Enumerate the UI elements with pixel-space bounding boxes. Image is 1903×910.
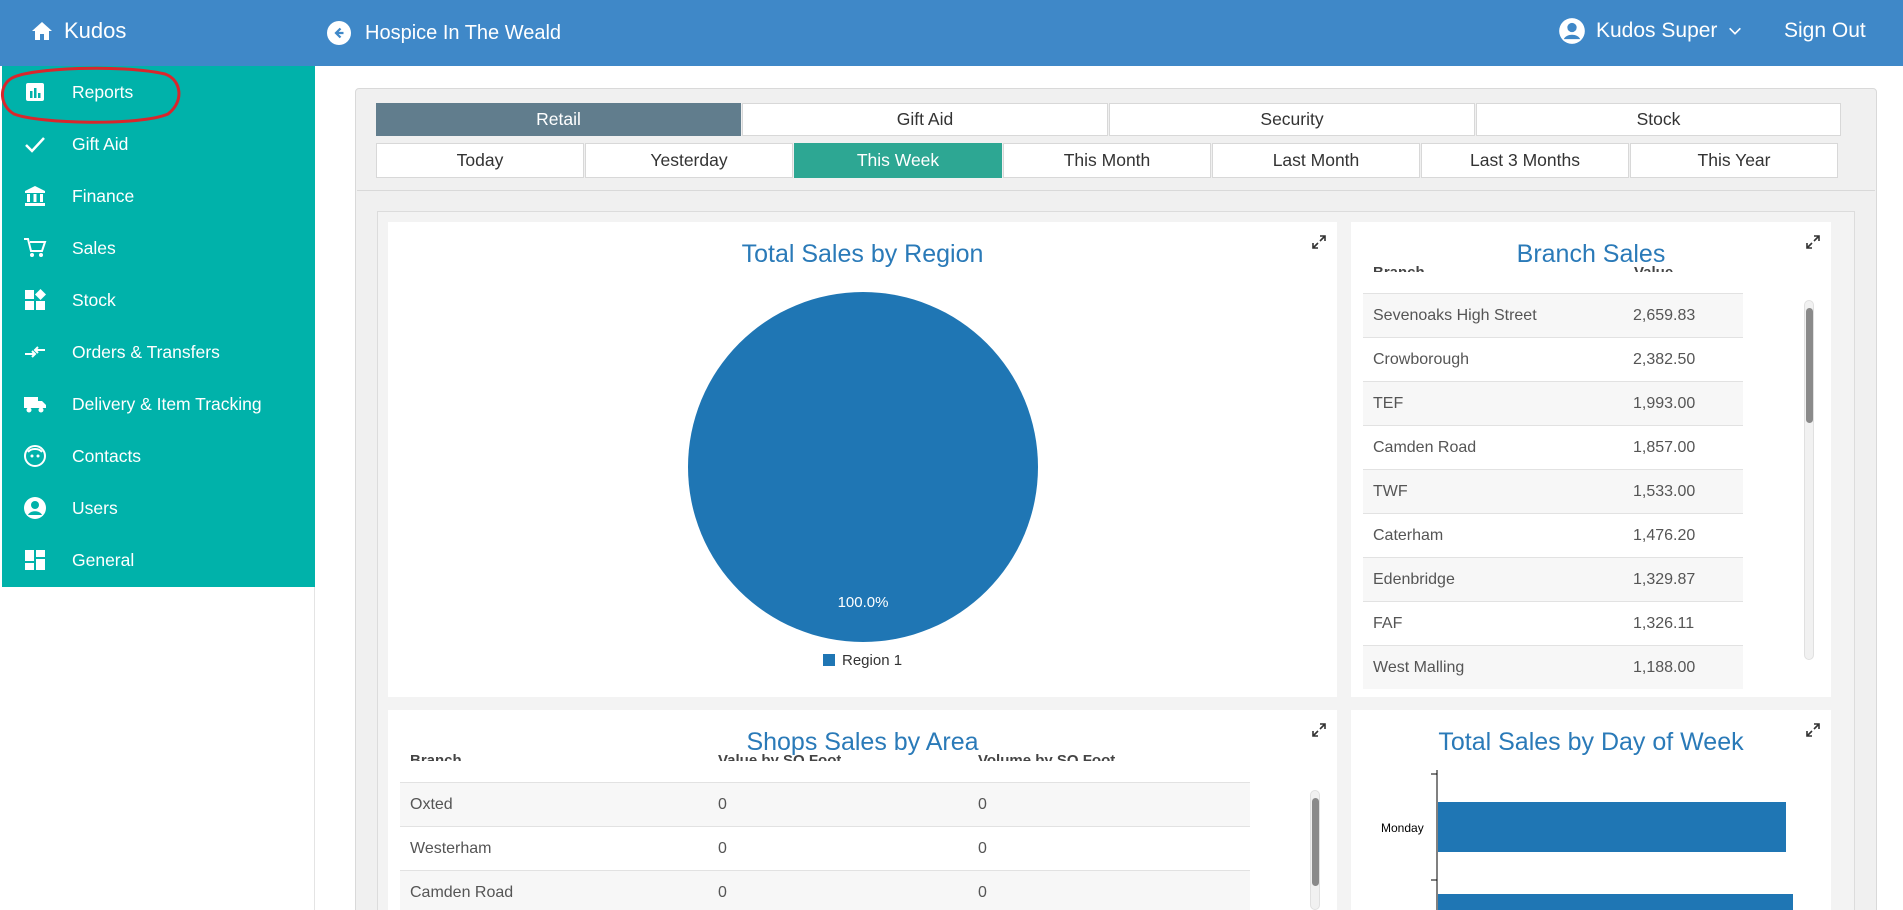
branch-table-scrollbar[interactable] — [1804, 300, 1814, 660]
sidebar-item-users[interactable]: Users — [2, 482, 315, 534]
home-icon — [32, 22, 52, 40]
card-title: Total Sales by Region — [741, 240, 984, 268]
bar-partial[interactable] — [1438, 894, 1793, 910]
sidebar-item-label: Contacts — [72, 445, 142, 466]
table-row: Sevenoaks High Street 2,659.83 — [1363, 293, 1743, 337]
tab-today[interactable]: Today — [376, 143, 584, 178]
sidebar-item-label: Sales — [72, 237, 116, 258]
tab-stock[interactable]: Stock — [1476, 103, 1841, 136]
back-to-org[interactable]: Hospice In The Weald — [327, 21, 561, 45]
legend-label: Region 1 — [842, 652, 902, 669]
scrollbar-thumb[interactable] — [1312, 798, 1319, 886]
check-icon — [22, 131, 48, 157]
sidebar-item-label: Stock — [72, 289, 116, 310]
table-row: West Malling 1,188.00 — [1363, 645, 1743, 689]
sidebar-item-finance[interactable]: Finance — [2, 170, 315, 222]
table-row: FAF 1,326.11 — [1363, 601, 1743, 645]
tab-gift-aid[interactable]: Gift Aid — [742, 103, 1108, 136]
tab-security[interactable]: Security — [1109, 103, 1475, 136]
tab-last-3-months[interactable]: Last 3 Months — [1421, 143, 1629, 178]
expand-icon[interactable] — [1805, 722, 1821, 738]
truck-icon — [22, 391, 48, 417]
branch-sales-table: Sevenoaks High Street 2,659.83 Crowboroug… — [1363, 293, 1743, 697]
tab-retail[interactable]: Retail — [376, 103, 741, 136]
table-row: Camden Road 1,857.00 — [1363, 425, 1743, 469]
sidebar-item-general[interactable]: General — [2, 534, 315, 586]
sidebar-item-label: Orders & Transfers — [72, 341, 220, 362]
brand-name: Kudos — [64, 18, 127, 43]
org-name: Hospice In The Weald — [365, 21, 562, 44]
scrollbar-thumb[interactable] — [1806, 308, 1813, 423]
sidebar-item-label: Delivery & Item Tracking — [72, 393, 262, 414]
day-of-week-card: Total Sales by Day of Week Monday — [1351, 710, 1831, 910]
bank-icon — [22, 183, 48, 209]
card-title: Total Sales by Day of Week — [1438, 728, 1744, 756]
branch-sales-card: Branch Value Branch Sales Sevenoaks High… — [1351, 222, 1831, 697]
area-sales-table: Oxted 0 0 Westerham 0 0 Camden Road 0 0 — [400, 782, 1250, 910]
table-row: Crowborough 2,382.50 — [1363, 337, 1743, 381]
sidebar: Reports Gift Aid Finance Sales Stock Ord… — [2, 66, 315, 587]
back-arrow-icon — [327, 21, 351, 45]
card-title: Branch Sales — [1516, 240, 1666, 268]
sidebar-empty-area — [0, 587, 315, 910]
sidebar-item-sales[interactable]: Sales — [2, 222, 315, 274]
table-row: Oxted 0 0 — [400, 782, 1250, 826]
expand-icon[interactable] — [1805, 234, 1821, 250]
area-sales-card: Branch Value by SQ Foot Volume by SQ Foo… — [388, 710, 1337, 910]
brand-link[interactable]: Kudos — [30, 18, 126, 44]
sidebar-item-label: Gift Aid — [72, 133, 129, 154]
sidebar-item-delivery[interactable]: Delivery & Item Tracking — [2, 378, 315, 430]
top-bar: Kudos Hospice In The Weald Kudos Super S… — [0, 0, 1903, 66]
user-menu[interactable]: Kudos Super — [1558, 17, 1743, 45]
user-avatar-icon — [1559, 18, 1585, 44]
region-pie-chart: 100.0% Region 1 — [688, 292, 1038, 669]
expand-icon[interactable] — [1311, 722, 1327, 738]
table-row: TEF 1,993.00 — [1363, 381, 1743, 425]
legend-swatch — [823, 654, 835, 666]
region-sales-card: Total Sales by Region 100.0% Region 1 — [388, 222, 1337, 697]
pie-slice-label: 100.0% — [838, 594, 889, 611]
sidebar-item-label: Finance — [72, 185, 135, 206]
dashboard-icon — [22, 547, 48, 573]
table-row: Caterham 1,476.20 — [1363, 513, 1743, 557]
table-row: Edenbridge 1,329.87 — [1363, 557, 1743, 601]
user-name: Kudos Super — [1596, 19, 1718, 42]
area-table-scrollbar[interactable] — [1310, 790, 1320, 910]
table-row: Westerham 0 0 — [400, 826, 1250, 870]
sidebar-item-stock[interactable]: Stock — [2, 274, 315, 326]
tab-yesterday[interactable]: Yesterday — [585, 143, 793, 178]
table-row: Camden Road 0 0 — [400, 870, 1250, 910]
cart-icon — [22, 235, 48, 261]
chevron-down-icon — [1729, 27, 1742, 35]
period-tabs: Today Yesterday This Week This Month Las… — [376, 143, 1839, 178]
annotation-circle — [1, 66, 181, 124]
stock-icon — [22, 287, 48, 313]
sign-out-link[interactable]: Sign Out — [1784, 19, 1866, 43]
day-of-week-bar-chart: Monday — [1381, 770, 1793, 910]
bar-monday[interactable] — [1438, 802, 1786, 852]
bar-label-monday: Monday — [1381, 821, 1424, 835]
sidebar-item-contacts[interactable]: Contacts — [2, 430, 315, 482]
transfer-icon — [22, 339, 48, 365]
expand-icon[interactable] — [1311, 234, 1327, 250]
contacts-icon — [22, 443, 48, 469]
user-icon — [22, 495, 48, 521]
sidebar-item-label: General — [72, 549, 135, 570]
report-tabs: Retail Gift Aid Security Stock — [376, 103, 1842, 136]
sidebar-item-orders-transfers[interactable]: Orders & Transfers — [2, 326, 315, 378]
tab-this-year[interactable]: This Year — [1630, 143, 1838, 178]
card-title: Shops Sales by Area — [746, 728, 979, 756]
tab-last-month[interactable]: Last Month — [1212, 143, 1420, 178]
table-row: TWF 1,533.00 — [1363, 469, 1743, 513]
tab-this-month[interactable]: This Month — [1003, 143, 1211, 178]
pie-slice-region-1[interactable] — [688, 292, 1038, 642]
tab-this-week[interactable]: This Week — [794, 143, 1002, 178]
panel-divider — [357, 190, 1875, 191]
sidebar-item-label: Users — [72, 497, 118, 518]
